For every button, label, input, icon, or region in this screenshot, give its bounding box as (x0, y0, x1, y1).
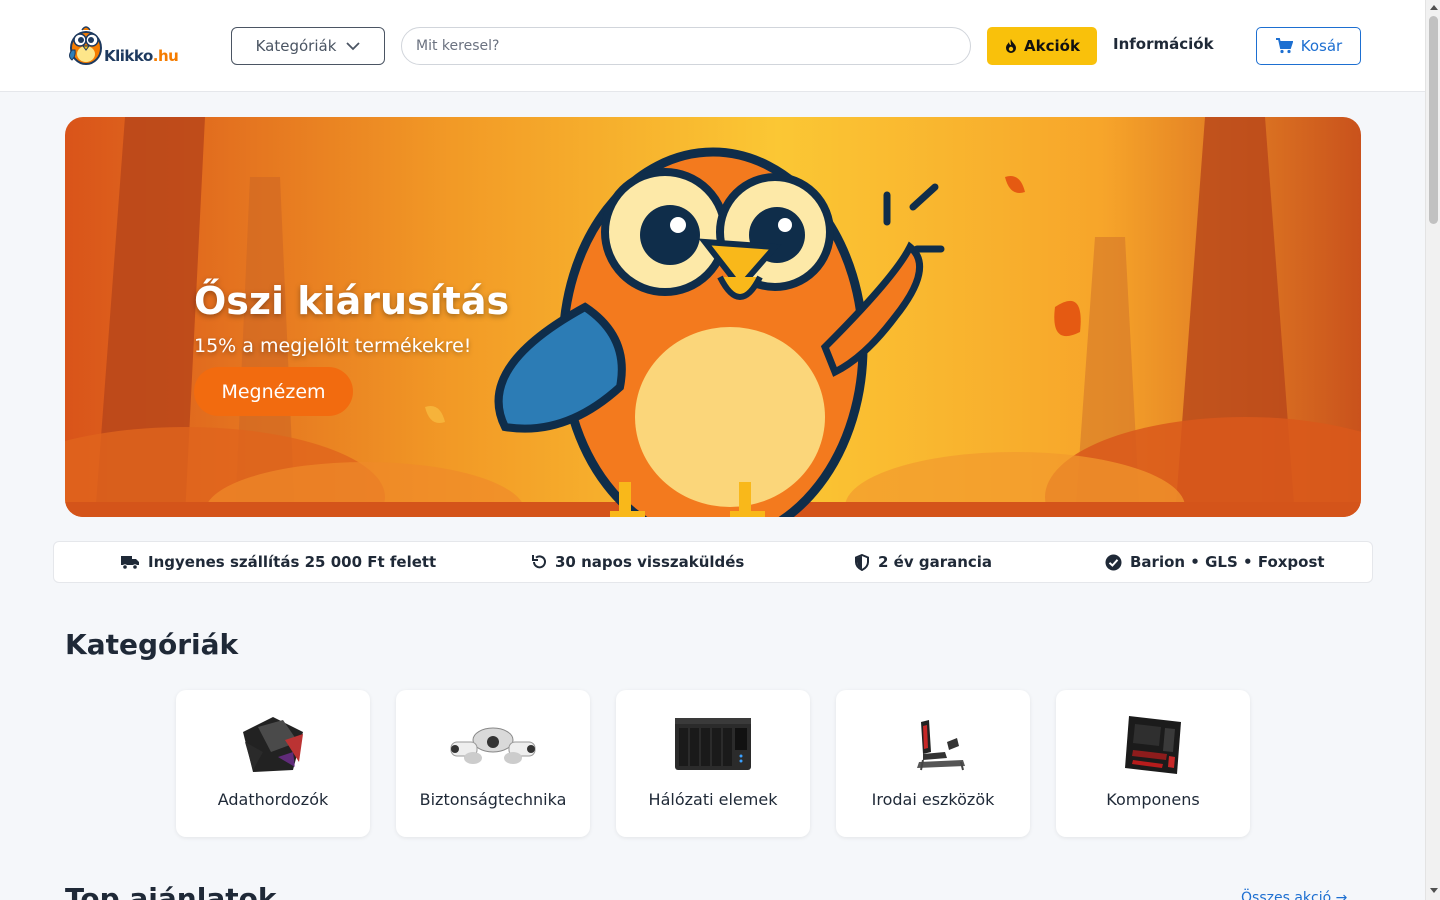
hero-banner: Őszi kiárusítás 15% a megjelölt termékek… (65, 117, 1361, 517)
feature-returns: 30 napos visszaküldés (531, 553, 744, 571)
category-card-halozati-elemek[interactable]: Hálózati elemek (616, 690, 810, 837)
scrollbar-thumb[interactable] (1429, 16, 1438, 224)
category-label: Hálózati elemek (648, 790, 778, 809)
hero-title: Őszi kiárusítás (194, 279, 510, 323)
search-input[interactable] (401, 27, 971, 65)
scroll-up-arrow-icon[interactable] (1430, 5, 1438, 10)
bird-mascot-icon (69, 26, 102, 65)
return-icon (532, 555, 546, 569)
truck-icon (121, 556, 139, 570)
page-scrollbar[interactable] (1425, 0, 1440, 900)
site-header: Klikko.hu Kategóriák Akciók Információk … (0, 0, 1425, 92)
category-label: Biztonságtechnika (419, 790, 567, 809)
check-circle-icon (1105, 554, 1122, 570)
feature-label: Barion • GLS • Foxpost (1130, 553, 1325, 571)
cart-icon (1275, 38, 1293, 54)
category-card-adathordozok[interactable]: Adathordozók (176, 690, 370, 837)
chevron-down-icon (346, 41, 361, 50)
racing-seat-image (917, 720, 965, 771)
feature-label: 2 év garancia (878, 553, 993, 571)
category-label: Irodai eszközök (871, 790, 995, 809)
sales-button-label: Akciók (1024, 37, 1080, 55)
sales-button[interactable]: Akciók (987, 27, 1097, 65)
categories-dropdown-label: Kategóriák (255, 37, 337, 55)
feature-warranty: 2 év garancia (854, 553, 992, 571)
storage-media-image (243, 717, 303, 772)
feature-payment-shipping: Barion • GLS • Foxpost (1105, 553, 1325, 571)
fire-icon (1006, 39, 1017, 53)
category-card-biztonsagtechnika[interactable]: Biztonságtechnika (396, 690, 590, 837)
motherboard-image (1125, 716, 1181, 774)
feature-free-shipping: Ingyenes szállítás 25 000 Ft felett (120, 553, 436, 571)
categories-dropdown-button[interactable]: Kategóriák (231, 27, 385, 65)
cart-button-label: Kosár (1300, 37, 1343, 55)
site-logo[interactable]: Klikko.hu (66, 20, 179, 72)
nas-device-image (675, 718, 751, 770)
all-offers-link[interactable]: Összes akció → (1241, 890, 1347, 900)
security-camera-image (450, 727, 536, 764)
top-offers-section-title: Top ajánlatok (65, 882, 277, 900)
hero-subtitle: 15% a megjelölt termékekre! (194, 335, 472, 357)
hero-cta-button[interactable]: Megnézem (194, 367, 353, 416)
cart-button[interactable]: Kosár (1256, 27, 1361, 65)
feature-label: 30 napos visszaküldés (555, 553, 745, 571)
logo-wordmark: Klikko.hu (104, 47, 179, 65)
category-label: Adathordozók (217, 790, 329, 809)
categories-section-title: Kategóriák (65, 628, 239, 661)
scroll-down-arrow-icon[interactable] (1430, 888, 1438, 893)
shield-icon (855, 553, 869, 571)
info-link[interactable]: Információk (1113, 35, 1214, 53)
feature-label: Ingyenes szállítás 25 000 Ft felett (148, 553, 437, 571)
category-card-komponens[interactable]: Komponens (1056, 690, 1250, 837)
features-bar: Ingyenes szállítás 25 000 Ft felett 30 n… (53, 541, 1373, 583)
category-label: Komponens (1106, 790, 1200, 809)
category-card-irodai-eszkozok[interactable]: Irodai eszközök (836, 690, 1030, 837)
